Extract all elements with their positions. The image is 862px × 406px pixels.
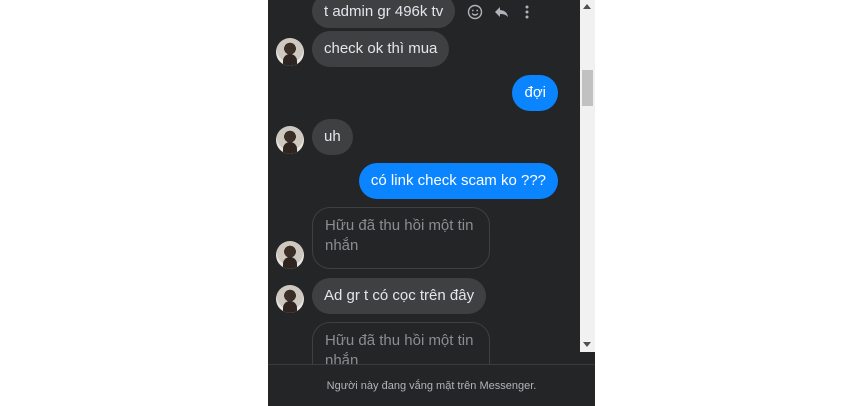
message-bubble-incoming[interactable]: uh	[312, 119, 353, 155]
avatar[interactable]	[276, 285, 304, 313]
message-list[interactable]: t admin gr 496k tv check ok thì mua đợi …	[268, 0, 580, 364]
message-bubble-incoming[interactable]: t admin gr 496k tv	[312, 0, 456, 28]
scrollbar[interactable]	[580, 0, 595, 352]
scroll-thumb[interactable]	[582, 70, 593, 106]
scroll-down-icon[interactable]	[583, 342, 591, 347]
more-icon[interactable]	[519, 4, 535, 20]
unsent-message-bubble[interactable]: Hữu đã thu hồi một tin nhắn	[312, 322, 490, 364]
unsent-message-bubble[interactable]: Hữu đã thu hồi một tin nhắn	[312, 207, 490, 269]
message-actions	[467, 4, 535, 20]
avatar[interactable]	[276, 241, 304, 269]
reply-icon[interactable]	[493, 4, 509, 20]
avatar[interactable]	[276, 38, 304, 66]
scroll-up-icon[interactable]	[583, 4, 591, 9]
avatar[interactable]	[276, 126, 304, 154]
status-footer: Người này đang vắng mặt trên Messenger.	[268, 364, 595, 406]
message-bubble-outgoing[interactable]: có link check scam ko ???	[358, 163, 558, 199]
smiley-icon[interactable]	[467, 4, 483, 20]
message-bubble-incoming[interactable]: Ad gr t có cọc trên đây	[312, 278, 487, 314]
chat-panel: t admin gr 496k tv check ok thì mua đợi …	[268, 0, 595, 406]
message-bubble-outgoing[interactable]: đợi	[512, 75, 558, 111]
message-bubble-incoming[interactable]: check ok thì mua	[312, 31, 450, 67]
away-status-text: Người này đang vắng mặt trên Messenger.	[326, 379, 537, 392]
